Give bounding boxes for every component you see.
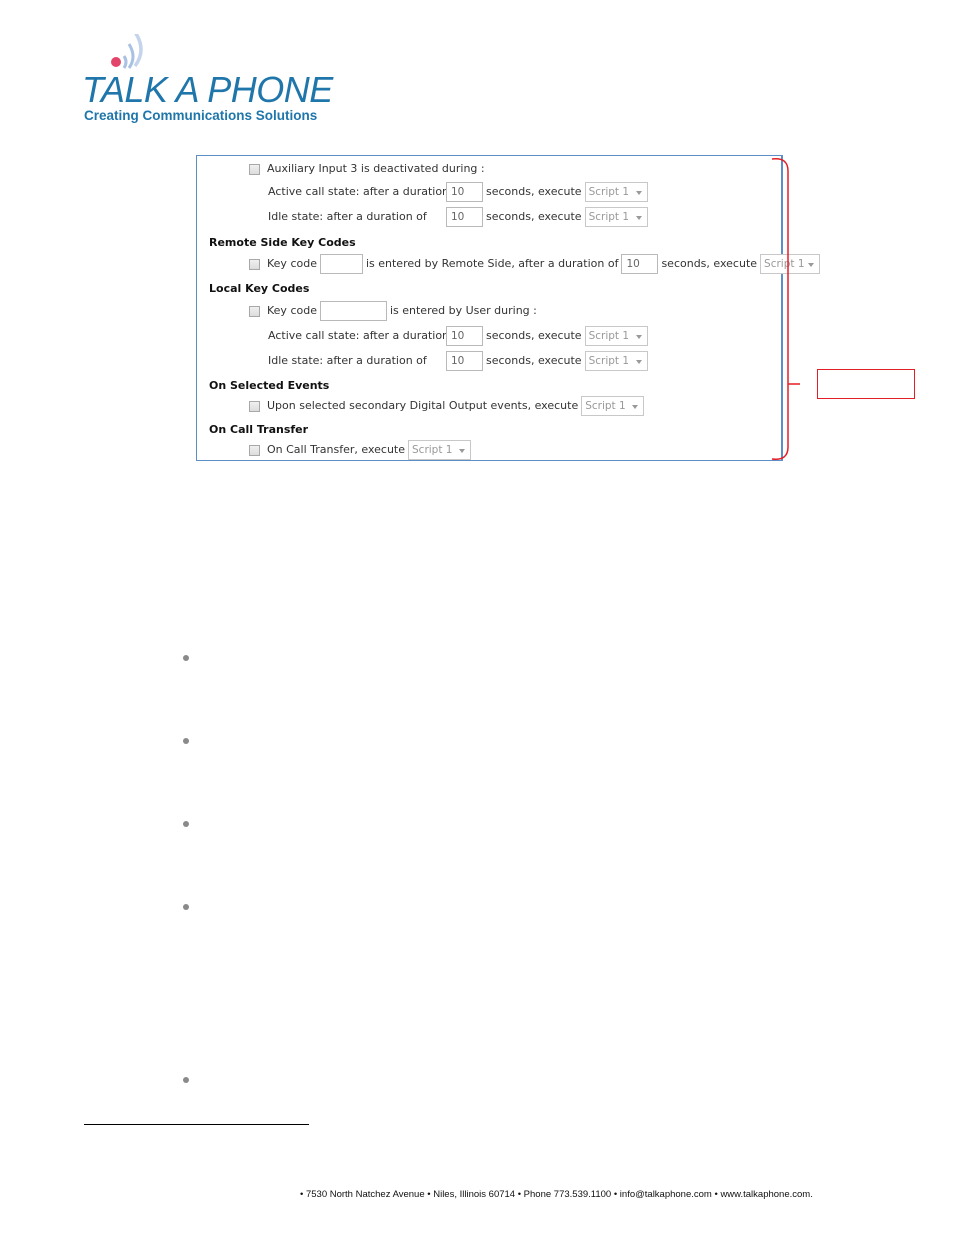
chevron-down-icon bbox=[635, 360, 642, 364]
selected-events-script-select[interactable]: Script 1 bbox=[581, 396, 645, 416]
selected-script: Script 1 bbox=[585, 400, 626, 412]
bullet-2 bbox=[183, 738, 189, 744]
logo-brand: TALK A PHONE bbox=[82, 69, 333, 110]
aux-active-suffix: seconds, execute bbox=[486, 185, 582, 198]
remote-key-code-row: Key code is entered by Remote Side, afte… bbox=[249, 254, 821, 274]
aux-active-row: Active call state: after a duration of 1… bbox=[268, 182, 648, 202]
local-active-duration-input[interactable]: 10 bbox=[446, 326, 483, 346]
chevron-down-icon bbox=[632, 405, 639, 409]
aux-input-label: Auxiliary Input 3 is deactivated during … bbox=[267, 162, 485, 175]
aux-idle-row: Idle state: after a duration of 10 secon… bbox=[268, 207, 648, 227]
chevron-down-icon bbox=[808, 263, 815, 267]
remote-duration-input[interactable]: 10 bbox=[621, 254, 659, 274]
call-transfer-script-select[interactable]: Script 1 bbox=[408, 440, 471, 460]
local-key-code-checkbox[interactable] bbox=[249, 305, 260, 317]
local-active-script-select[interactable]: Script 1 bbox=[584, 326, 648, 346]
aux-idle-script-select[interactable]: Script 1 bbox=[584, 207, 648, 227]
chevron-down-icon bbox=[635, 216, 642, 220]
bullet-5 bbox=[183, 1077, 189, 1083]
call-transfer-header: On Call Transfer bbox=[209, 423, 309, 436]
logo-tagline: Creating Communications Solutions bbox=[84, 108, 318, 123]
selected-script: Script 1 bbox=[588, 330, 630, 342]
aux-input-row: Auxiliary Input 3 is deactivated during … bbox=[249, 159, 485, 179]
local-idle-script-select[interactable]: Script 1 bbox=[584, 351, 648, 371]
call-transfer-checkbox[interactable] bbox=[249, 444, 260, 456]
aux-active-label: Active call state: after a duration of bbox=[268, 185, 464, 198]
page-footer: • 7530 North Natchez Avenue • Niles, Ill… bbox=[300, 1189, 813, 1200]
talkaphone-logo: TALK A PHONE Creating Communications Sol… bbox=[80, 30, 360, 130]
chevron-down-icon bbox=[635, 335, 642, 339]
local-active-suffix: seconds, execute bbox=[486, 329, 582, 342]
local-idle-label: Idle state: after a duration of bbox=[268, 354, 427, 367]
footnote-divider bbox=[84, 1124, 309, 1125]
aux-idle-label: Idle state: after a duration of bbox=[268, 210, 427, 223]
selected-events-row: Upon selected secondary Digital Output e… bbox=[249, 396, 645, 416]
call-transfer-label: On Call Transfer, execute bbox=[267, 443, 405, 456]
bullet-4 bbox=[183, 904, 189, 910]
selected-script: Script 1 bbox=[588, 355, 630, 367]
chevron-down-icon bbox=[635, 191, 642, 195]
local-key-codes-header: Local Key Codes bbox=[209, 282, 310, 295]
local-active-label: Active call state: after a duration of bbox=[268, 329, 464, 342]
remote-key-code-label: Key code bbox=[267, 257, 317, 270]
remote-key-code-input[interactable] bbox=[319, 254, 363, 274]
remote-suffix: seconds, execute bbox=[661, 257, 758, 270]
selected-events-header: On Selected Events bbox=[209, 379, 330, 392]
aux-input-checkbox[interactable] bbox=[249, 163, 260, 175]
remote-key-code-checkbox[interactable] bbox=[249, 258, 260, 270]
bullet-1 bbox=[183, 655, 189, 661]
local-key-code-input[interactable] bbox=[319, 301, 387, 321]
callout-box bbox=[817, 369, 915, 399]
local-key-code-row: Key code is entered by User during : bbox=[249, 301, 537, 321]
sound-waves-icon bbox=[111, 34, 143, 69]
local-active-row: Active call state: after a duration of 1… bbox=[268, 326, 648, 346]
aux-active-duration-input[interactable]: 10 bbox=[446, 182, 483, 202]
local-key-code-label: Key code bbox=[267, 304, 317, 317]
local-idle-row: Idle state: after a duration of 10 secon… bbox=[268, 351, 648, 371]
selected-events-label: Upon selected secondary Digital Output e… bbox=[267, 399, 579, 412]
aux-idle-duration-input[interactable]: 10 bbox=[446, 207, 483, 227]
remote-key-code-mid: is entered by Remote Side, after a durat… bbox=[365, 257, 619, 270]
chevron-down-icon bbox=[459, 449, 465, 453]
local-idle-suffix: seconds, execute bbox=[486, 354, 582, 367]
remote-key-codes-header: Remote Side Key Codes bbox=[209, 236, 356, 249]
selected-script: Script 1 bbox=[412, 444, 453, 456]
selected-script: Script 1 bbox=[588, 211, 630, 223]
aux-active-script-select[interactable]: Script 1 bbox=[584, 182, 648, 202]
actions-settings-panel: Auxiliary Input 3 is deactivated during … bbox=[196, 155, 821, 461]
aux-idle-suffix: seconds, execute bbox=[486, 210, 582, 223]
call-transfer-row: On Call Transfer, execute Script 1 bbox=[249, 440, 471, 460]
selected-events-checkbox[interactable] bbox=[249, 400, 260, 412]
callout-bracket bbox=[771, 158, 800, 460]
bullet-3 bbox=[183, 821, 189, 827]
local-idle-duration-input[interactable]: 10 bbox=[446, 351, 483, 371]
selected-script: Script 1 bbox=[588, 186, 630, 198]
local-key-code-mid: is entered by User during : bbox=[389, 304, 537, 317]
